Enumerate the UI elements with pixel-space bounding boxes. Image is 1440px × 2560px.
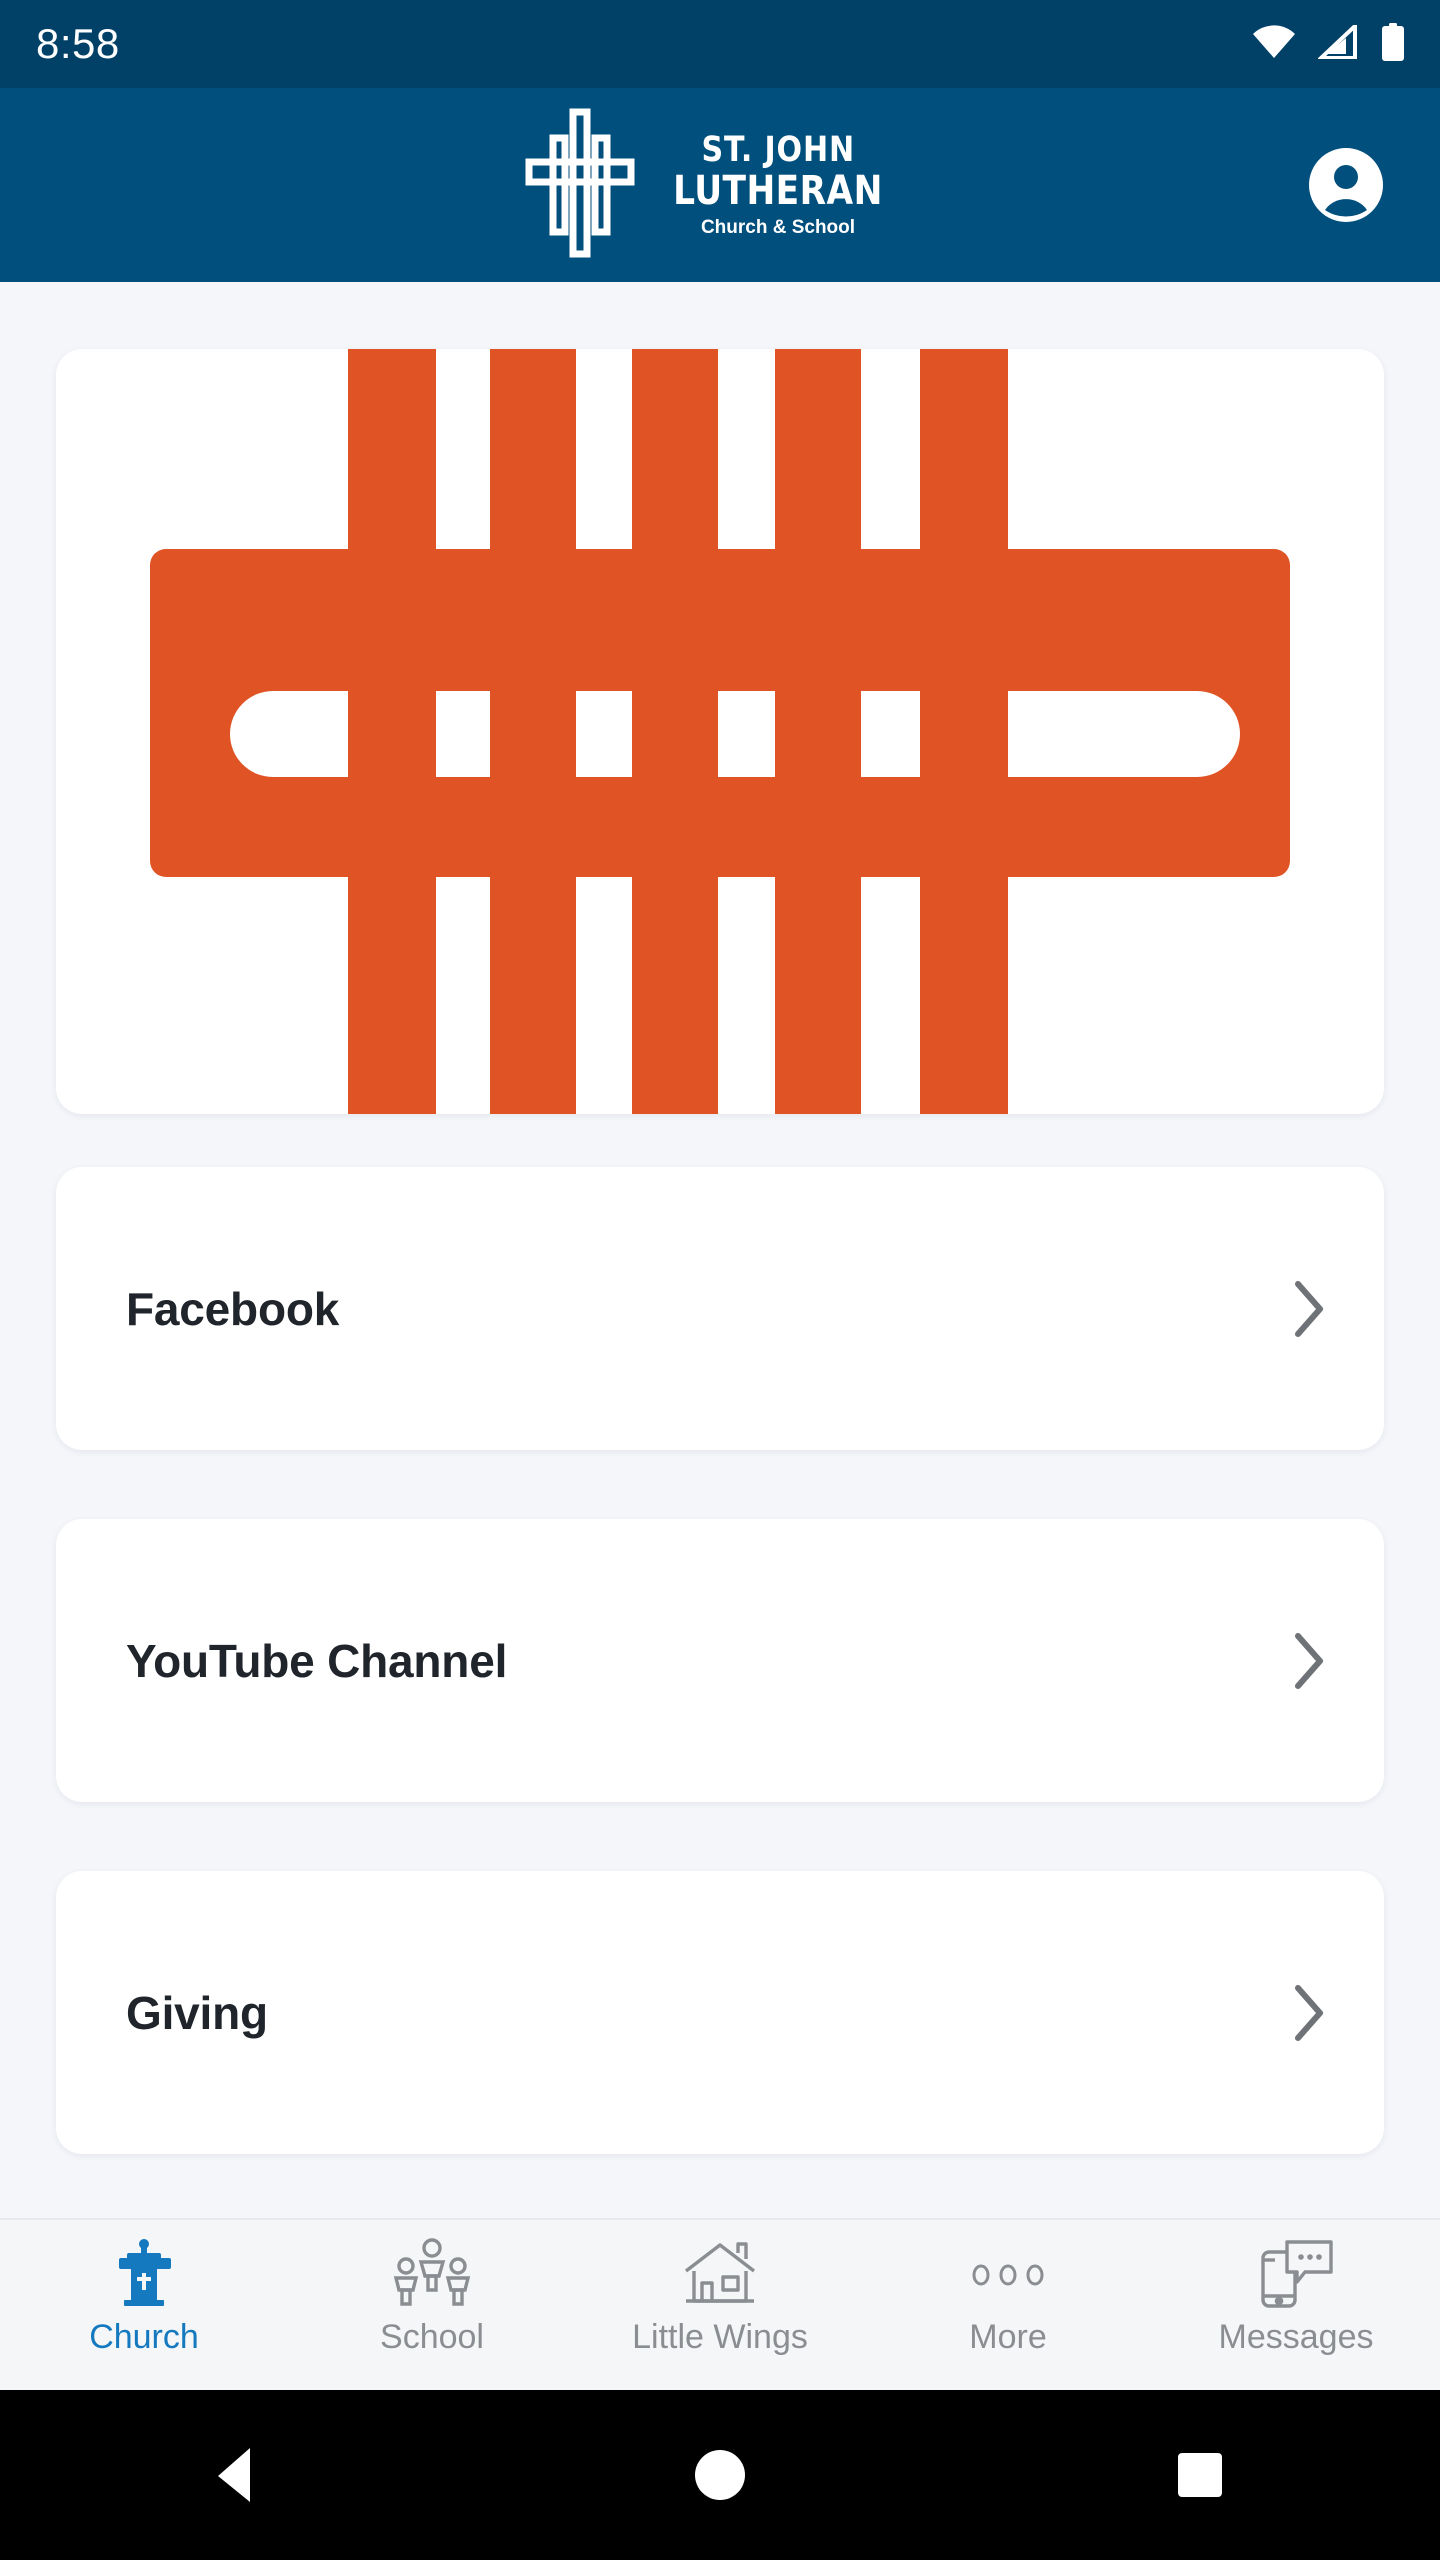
cellular-signal-icon (1315, 20, 1358, 64)
row-label: Giving (126, 1986, 268, 2039)
tab-label: School (380, 2318, 484, 2356)
home-circle-icon[interactable] (640, 2425, 800, 2525)
house-icon (680, 2238, 760, 2312)
list-item[interactable]: Facebook (56, 1167, 1384, 1450)
chevron-right-icon (1292, 1631, 1328, 1691)
wifi-icon (1252, 24, 1296, 64)
chevron-right-icon (1292, 1279, 1328, 1339)
tab-school[interactable]: School (288, 2220, 576, 2390)
android-navigation-bar (0, 2390, 1440, 2560)
brand-line-3: Church & School (700, 217, 856, 238)
bottom-tab-bar: Church School Little Wings More Messages (0, 2218, 1440, 2390)
brand-wordmark: ST. JOHN LUTHERAN Church & School (656, 130, 900, 238)
tab-label: Church (89, 2318, 199, 2356)
brand-logo: ST. JOHN LUTHERAN Church & School (524, 108, 900, 263)
row-label: Facebook (126, 1282, 340, 1335)
recents-square-icon[interactable] (1120, 2425, 1280, 2525)
hero-cross-graphic (120, 349, 1320, 1114)
brand-line-1: ST. JOHN (701, 130, 855, 170)
status-icon-group (1252, 20, 1406, 66)
pulpit-cross-icon (109, 2238, 179, 2312)
tab-church[interactable]: Church (0, 2220, 288, 2390)
people-group-icon (393, 2238, 471, 2312)
cross-logo-icon (524, 108, 636, 263)
tab-label: More (969, 2318, 1047, 2356)
tab-little-wings[interactable]: Little Wings (576, 2220, 864, 2390)
hero-image-card[interactable] (56, 349, 1384, 1114)
app-header: ST. JOHN LUTHERAN Church & School (0, 88, 1440, 282)
battery-icon (1380, 22, 1406, 66)
tab-more[interactable]: More (864, 2220, 1152, 2390)
row-label: YouTube Channel (126, 1634, 508, 1687)
chevron-right-icon (1292, 1983, 1328, 2043)
account-avatar-icon[interactable] (1308, 147, 1384, 223)
main-content: Facebook YouTube Channel Giving (0, 282, 1440, 2218)
status-bar: 8:58 (0, 0, 1440, 88)
tab-label: Messages (1218, 2318, 1374, 2356)
phone-message-icon (1255, 2238, 1337, 2312)
tab-label: Little Wings (632, 2318, 808, 2356)
list-item[interactable]: Giving (56, 1871, 1384, 2154)
three-dots-icon (969, 2238, 1047, 2312)
app-screen: 8:58 ST. JOHN LUTHERAN Church & School F… (0, 0, 1440, 2560)
brand-line-2: LUTHERAN (673, 168, 883, 214)
list-item[interactable]: YouTube Channel (56, 1519, 1384, 1802)
status-time: 8:58 (36, 20, 120, 67)
tab-messages[interactable]: Messages (1152, 2220, 1440, 2390)
back-triangle-icon[interactable] (160, 2425, 320, 2525)
